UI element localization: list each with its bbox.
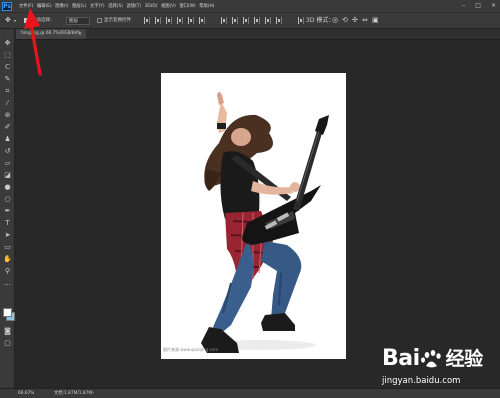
align-controls <box>144 17 304 24</box>
show-transform-label: 显示变换控件 <box>104 18 131 23</box>
zoom-level[interactable]: 66.67% <box>18 389 34 398</box>
path-select-icon[interactable]: ➤ <box>3 231 12 240</box>
photoshop-logo-icon: Ps <box>2 2 12 11</box>
menu-view[interactable]: 视图(V) <box>161 2 179 11</box>
document-tab-label: timg.jpg @ 66.7%(RGB/8#) <box>21 31 80 36</box>
align-hcenter-icon[interactable] <box>188 17 194 24</box>
eraser-icon[interactable]: ▱ <box>3 159 12 168</box>
align-left-icon[interactable] <box>177 17 183 24</box>
distribute-hcenter-icon[interactable] <box>265 17 271 24</box>
distribute-top-icon[interactable] <box>221 17 227 24</box>
menu-help[interactable]: 帮助(H) <box>199 2 218 11</box>
eyedropper-icon[interactable]: ⁄ <box>3 99 12 108</box>
3d-roll-icon[interactable]: ⟲ <box>342 15 348 26</box>
3d-orbit-icon[interactable]: ◎ <box>332 15 338 26</box>
3d-pan-icon[interactable]: ✣ <box>352 15 358 26</box>
stamp-icon[interactable]: ♟ <box>3 135 12 144</box>
foreground-color-swatch[interactable] <box>3 308 12 317</box>
crop-icon[interactable]: ⌗ <box>3 87 12 96</box>
distribute-vcenter-icon[interactable] <box>232 17 238 24</box>
menu-filter[interactable]: 滤镜(T) <box>126 2 144 11</box>
menu-edit[interactable]: 编辑(E) <box>37 2 55 11</box>
menu-3d[interactable]: 3D(D) <box>145 2 161 11</box>
close-icon[interactable]: × <box>78 29 82 39</box>
tools-panel: ✥ ⬚ ᑕ ✎ ⌗ ⁄ ⊛ ✐ ♟ ↺ ▱ ◪ ● ○ ✒ T ➤ ▭ ✋ ⚲ … <box>0 29 15 390</box>
quick-select-icon[interactable]: ✎ <box>3 75 12 84</box>
shape-icon[interactable]: ▭ <box>3 243 12 252</box>
menu-layer[interactable]: 图层(L) <box>72 2 90 11</box>
zoom-icon[interactable]: ⚲ <box>3 267 12 276</box>
hand-icon[interactable]: ✋ <box>3 255 12 264</box>
window-controls: – □ × <box>462 1 496 11</box>
auto-align-icon[interactable] <box>298 17 304 24</box>
document-tab[interactable]: timg.jpg @ 66.7%(RGB/8#) × <box>16 29 86 39</box>
align-top-icon[interactable] <box>144 17 150 24</box>
healing-icon[interactable]: ⊛ <box>3 111 12 120</box>
title-bar: Ps 文件(F) 编辑(E) 图像(I) 图层(L) 文字(Y) 选择(S) 滤… <box>0 0 500 12</box>
menu-file[interactable]: 文件(F) <box>19 2 37 11</box>
baidu-logo: Bai 经验 <box>382 346 483 371</box>
brush-icon[interactable]: ✐ <box>3 123 12 132</box>
minimize-button[interactable]: – <box>462 1 465 11</box>
close-button[interactable]: × <box>491 1 496 11</box>
show-transform-checkbox[interactable] <box>97 18 102 23</box>
3d-mode-label: 3D 模式： <box>306 17 335 24</box>
baidu-paw-icon <box>420 350 441 368</box>
move-icon[interactable]: ✥ <box>3 39 12 48</box>
auto-select-checkbox[interactable] <box>24 18 29 23</box>
menu-select[interactable]: 选择(S) <box>108 2 126 11</box>
align-right-icon[interactable] <box>199 17 205 24</box>
more-icon[interactable]: … <box>3 279 12 288</box>
menu-window[interactable]: 窗口(W) <box>179 2 199 11</box>
chevron-right-icon[interactable]: › <box>92 389 94 398</box>
distribute-bottom-icon[interactable] <box>243 17 249 24</box>
dodge-icon[interactable]: ○ <box>3 195 12 204</box>
auto-select-dropdown[interactable]: 图层 <box>66 17 90 25</box>
lasso-icon[interactable]: ᑕ <box>3 63 12 72</box>
gradient-icon[interactable]: ◪ <box>3 171 12 180</box>
document-info: 文档:1.87M/1.87M <box>54 391 93 396</box>
move-tool-preset-icon[interactable]: ✥ <box>5 15 11 26</box>
chevron-down-icon[interactable]: ▾ <box>14 15 16 26</box>
menu-image[interactable]: 图像(I) <box>55 2 72 11</box>
align-bottom-icon[interactable] <box>166 17 172 24</box>
options-bar: ✥ ▾ 自动选择： 图层 显示变换控件 3D 模式： ◎ ⟲ ✣ ⇔ ▣ <box>0 12 500 29</box>
distribute-left-icon[interactable] <box>254 17 260 24</box>
distribute-right-icon[interactable] <box>276 17 282 24</box>
watermark-url: jingyan.baidu.com <box>382 376 461 386</box>
quick-mask-icon[interactable]: ◙ <box>3 327 12 336</box>
maximize-button[interactable]: □ <box>475 1 481 11</box>
pen-icon[interactable]: ✒ <box>3 207 12 216</box>
image-credit-text: 图片来源 www.quanjing.com <box>163 347 219 352</box>
auto-select-label: 自动选择： <box>32 18 55 23</box>
guitarist-image <box>201 92 329 353</box>
screen-mode-icon[interactable]: ▢ <box>3 339 12 348</box>
history-brush-icon[interactable]: ↺ <box>3 147 12 156</box>
document-tabs: timg.jpg @ 66.7%(RGB/8#) × <box>16 29 500 40</box>
document-canvas[interactable]: 图片来源 www.quanjing.com <box>161 73 346 359</box>
menu-bar: 文件(F) 编辑(E) 图像(I) 图层(L) 文字(Y) 选择(S) 滤镜(T… <box>19 2 218 11</box>
menu-type[interactable]: 文字(Y) <box>90 2 108 11</box>
marquee-icon[interactable]: ⬚ <box>3 51 12 60</box>
blur-icon[interactable]: ● <box>3 183 12 192</box>
type-icon[interactable]: T <box>3 219 12 228</box>
3d-scale-icon[interactable]: ▣ <box>372 15 379 26</box>
baidu-jingyan-watermark: Bai 经验 jingyan.baidu.com <box>382 344 500 394</box>
align-vcenter-icon[interactable] <box>155 17 161 24</box>
3d-slide-icon[interactable]: ⇔ <box>362 15 368 26</box>
